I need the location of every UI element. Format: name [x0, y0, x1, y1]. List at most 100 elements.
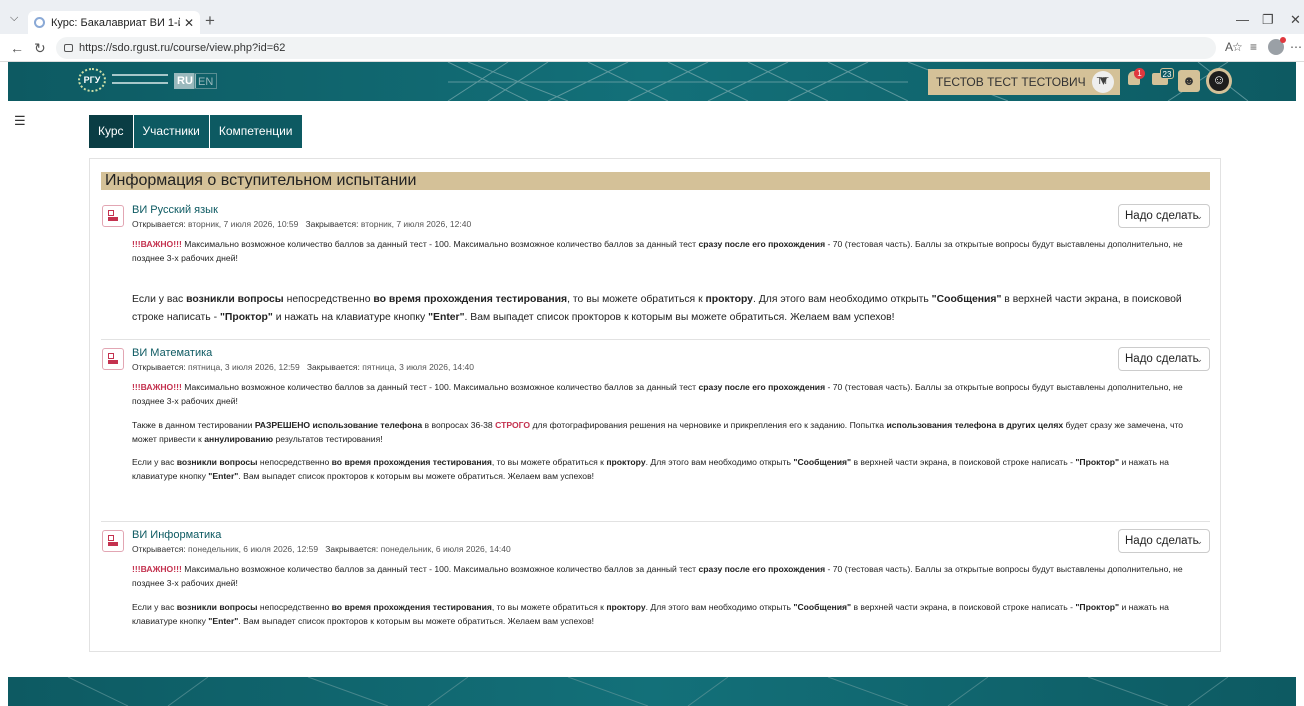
- chevron-down-icon: ⌄: [1195, 354, 1203, 364]
- text: "Сообщения": [931, 294, 1002, 305]
- favorite-icon[interactable]: ☆: [1232, 40, 1243, 54]
- tab-title: Курс: Бакалавриат ВИ 1-й поток: [51, 16, 180, 29]
- accessibility-icon[interactable]: ☺: [1206, 68, 1232, 94]
- opens-date: понедельник, 6 июля 2026, 12:59: [188, 544, 319, 554]
- footer-decoration: [67, 677, 1229, 706]
- more-icon[interactable]: ⋯: [1290, 40, 1302, 54]
- text: Если у вас: [132, 294, 187, 305]
- tab-list-icon[interactable]: ⌵: [10, 12, 18, 25]
- activity-informatics: ВИ Информатика Открывается: понедельник,…: [101, 529, 1210, 639]
- todo-label: Надо сделать: [1125, 535, 1199, 547]
- lang-en-button[interactable]: EN: [194, 73, 218, 89]
- user-name: ТЕСТОВ ТЕСТ ТЕСТОВИЧ: [936, 75, 1086, 89]
- text: "Enter": [208, 616, 239, 626]
- course-tabs: Курс Участники Компетенции: [89, 115, 303, 148]
- section-title: Информация о вступительном испытании: [101, 172, 1210, 190]
- address-bar: ← ↻ https://sdo.rgust.ru/course/view.php…: [0, 34, 1304, 62]
- notification-badge: 1: [1134, 68, 1145, 79]
- text: в вопросах 36-38: [422, 420, 496, 430]
- text: использования телефона в других целях: [886, 420, 1064, 430]
- text: . Для этого вам необходимо открыть: [645, 602, 794, 612]
- restore-icon[interactable]: ❐: [1262, 12, 1274, 28]
- close-window-icon[interactable]: ✕: [1290, 12, 1301, 28]
- text: Максимально возможное количество баллов …: [181, 564, 699, 574]
- tab-participants[interactable]: Участники: [133, 115, 210, 148]
- phone-note: Также в данном тестировании РАЗРЕШЕНО ис…: [132, 418, 1200, 446]
- divider: [101, 339, 1210, 340]
- text: . Для этого вам необходимо открыть: [645, 457, 794, 467]
- activity-dates: Открывается: понедельник, 6 июля 2026, 1…: [132, 544, 511, 554]
- text: в верхней части экрана, в поисковой стро…: [851, 457, 1076, 467]
- closes-label: Закрывается:: [306, 362, 360, 372]
- chevron-down-icon[interactable]: ▾: [1100, 72, 1107, 89]
- site-footer: [8, 677, 1296, 706]
- text: , то вы можете обратиться к: [491, 457, 607, 467]
- activity-dates: Открывается: пятница, 3 июля 2026, 12:59…: [132, 362, 474, 372]
- drawer-toggle-icon[interactable]: ☰: [14, 113, 26, 129]
- text: "Enter": [428, 312, 465, 323]
- text: СТРОГО: [495, 420, 531, 430]
- browser-tab[interactable]: Курс: Бакалавриат ВИ 1-й поток ✕: [28, 11, 200, 34]
- text: Максимально возможное количество баллов …: [181, 382, 699, 392]
- opens-label: Открывается:: [132, 219, 186, 229]
- activity-russian: ВИ Русский язык Открывается: вторник, 7 …: [101, 204, 1210, 334]
- opens-label: Открывается:: [132, 544, 186, 554]
- text: сразу после его прохождения: [698, 382, 826, 392]
- proctor-note: Если у вас возникли вопросы непосредстве…: [132, 455, 1200, 483]
- quiz-icon: [102, 348, 124, 370]
- text: для фотографирования решения на черновик…: [530, 420, 887, 430]
- lang-ru-button[interactable]: RU: [174, 73, 196, 89]
- closes-date: вторник, 7 июля 2026, 12:40: [360, 219, 472, 229]
- close-tab-icon[interactable]: ✕: [184, 16, 194, 30]
- divider: [101, 521, 1210, 522]
- text: непосредственно: [257, 602, 332, 612]
- profile-avatar[interactable]: [1268, 37, 1286, 55]
- text: непосредственно: [283, 294, 374, 305]
- text: проктору: [705, 294, 753, 305]
- score-note: !!!ВАЖНО!!! Максимально возможное количе…: [132, 380, 1200, 408]
- opens-label: Открывается:: [132, 362, 186, 372]
- course-content: Информация о вступительном испытании ВИ …: [89, 158, 1221, 652]
- opens-date: пятница, 3 июля 2026, 12:59: [188, 362, 300, 372]
- text: "Проктор": [1075, 602, 1120, 612]
- site-logo[interactable]: РГУ: [78, 68, 106, 92]
- text: Максимально возможное количество баллов …: [181, 239, 699, 249]
- text: проктору: [606, 602, 646, 612]
- text: во время прохождения тестирования: [331, 457, 492, 467]
- text: РАЗРЕШЕНО использование телефона: [254, 420, 423, 430]
- text: в верхней части экрана, в поисковой стро…: [851, 602, 1076, 612]
- todo-dropdown-button[interactable]: Надо сделать ⌄: [1118, 529, 1210, 553]
- text: возникли вопросы: [186, 294, 284, 305]
- opens-date: вторник, 7 июля 2026, 10:59: [188, 219, 299, 229]
- activity-title-link[interactable]: ВИ Русский язык: [132, 204, 218, 216]
- text: , то вы можете обратиться к: [567, 294, 706, 305]
- tab-course[interactable]: Курс: [89, 115, 134, 148]
- reload-icon[interactable]: ↻: [34, 40, 46, 57]
- text: "Сообщения": [793, 457, 852, 467]
- collections-icon[interactable]: ≡: [1250, 40, 1257, 54]
- user-menu[interactable]: ТЕСТОВ ТЕСТ ТЕСТОВИЧ ТТ: [928, 69, 1120, 95]
- tab-competencies[interactable]: Компетенции: [209, 115, 303, 148]
- todo-dropdown-button[interactable]: Надо сделать ⌄: [1118, 347, 1210, 371]
- lock-icon: [64, 44, 73, 52]
- text: сразу после его прохождения: [698, 239, 826, 249]
- text: во время прохождения тестирования: [331, 602, 492, 612]
- todo-label: Надо сделать: [1125, 210, 1199, 222]
- todo-dropdown-button[interactable]: Надо сделать ⌄: [1118, 204, 1210, 228]
- score-note: !!!ВАЖНО!!! Максимально возможное количе…: [132, 562, 1200, 590]
- text: возникли вопросы: [176, 457, 258, 467]
- activity-title-link[interactable]: ВИ Информатика: [132, 529, 221, 541]
- theater-mask-icon[interactable]: ☻: [1178, 70, 1200, 92]
- browser-tabbar: ⌵ Курс: Бакалавриат ВИ 1-й поток ✕ + — ❐…: [0, 0, 1304, 34]
- new-tab-icon[interactable]: +: [205, 11, 215, 31]
- activity-title-link[interactable]: ВИ Математика: [132, 347, 212, 359]
- minimize-icon[interactable]: —: [1236, 12, 1249, 27]
- back-icon[interactable]: ←: [10, 40, 24, 56]
- todo-label: Надо сделать: [1125, 353, 1199, 365]
- site-header: РГУ RU EN ТЕСТОВ ТЕСТ ТЕСТОВИЧ ТТ ▾ 1 23…: [8, 62, 1296, 101]
- quiz-icon: [102, 205, 124, 227]
- closes-date: пятница, 3 июля 2026, 14:40: [362, 362, 474, 372]
- text: "Enter": [208, 471, 239, 481]
- url-field[interactable]: https://sdo.rgust.ru/course/view.php?id=…: [56, 37, 1216, 59]
- text: проктору: [606, 457, 646, 467]
